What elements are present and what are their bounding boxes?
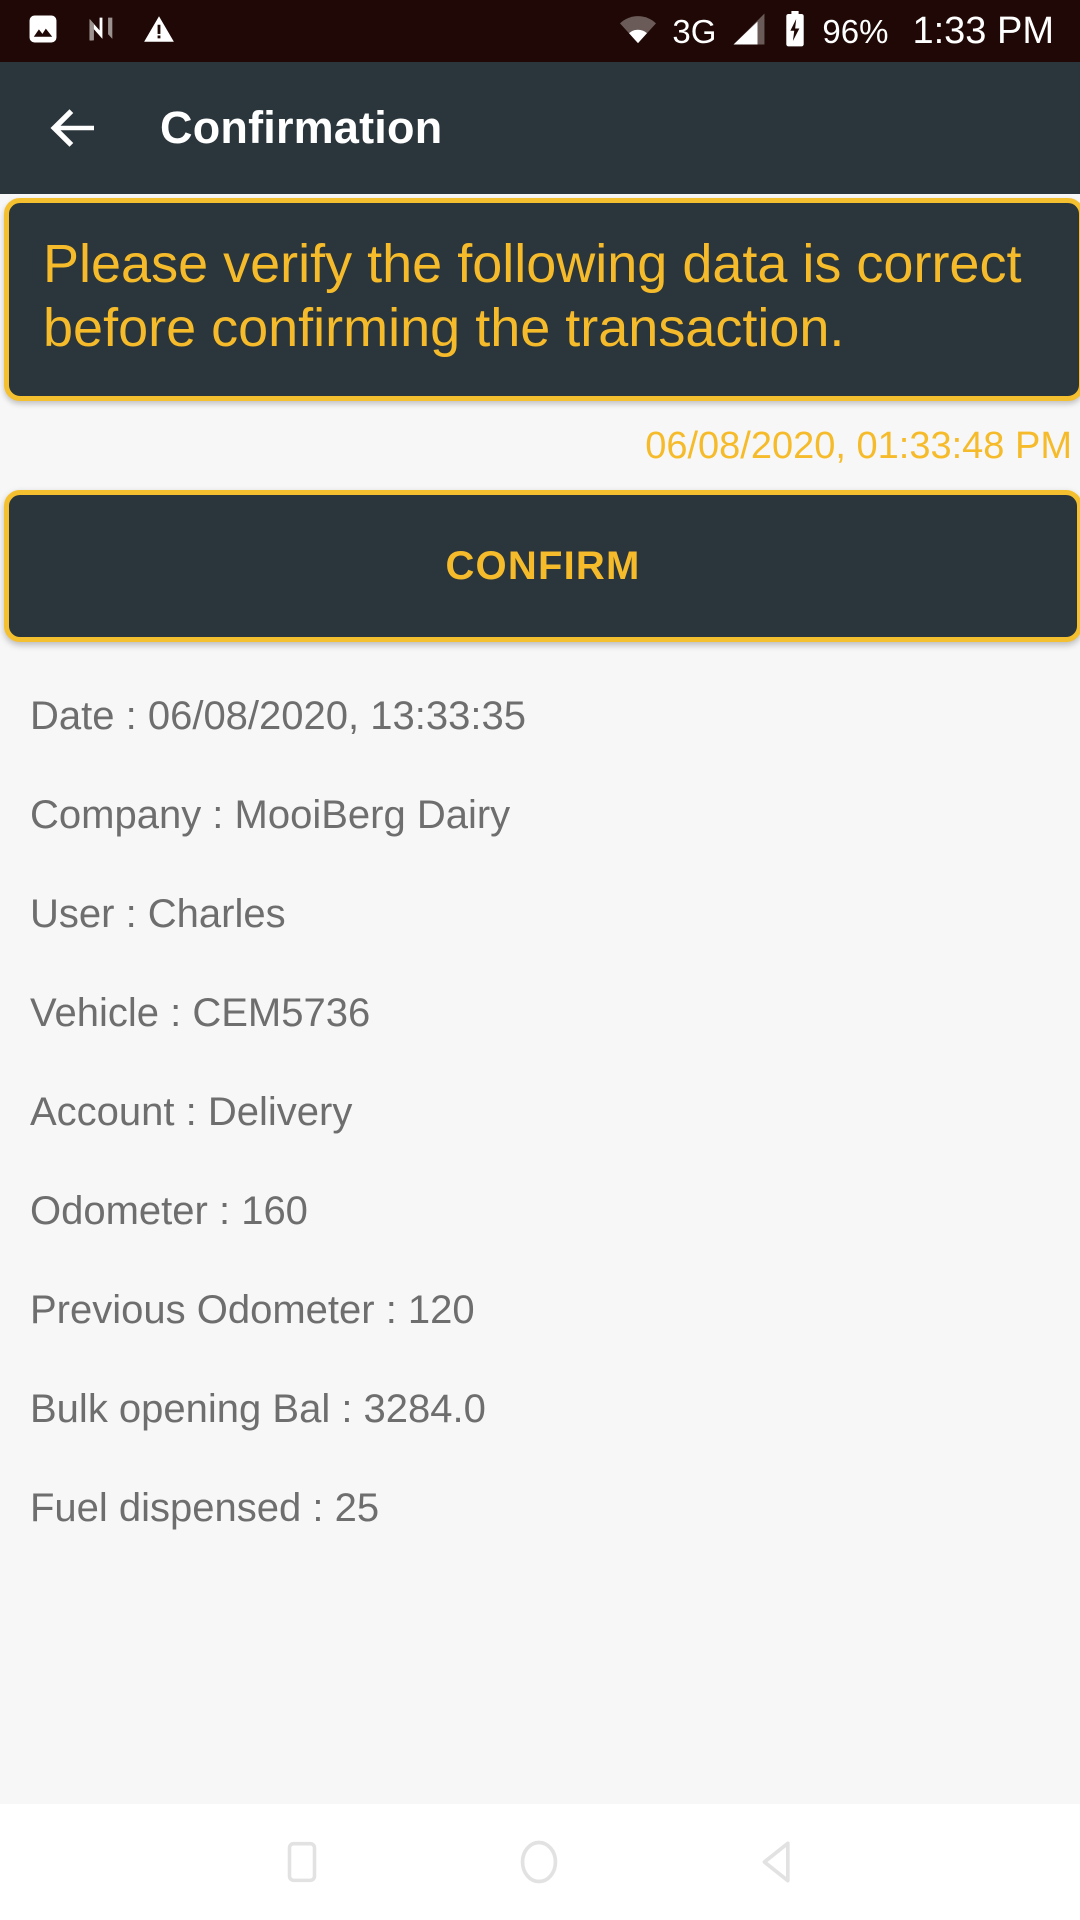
home-circle-icon[interactable] [513,1836,565,1888]
battery-percent-label: 96% [822,15,888,48]
confirm-button[interactable]: CONFIRM [4,490,1080,642]
list-item: User : Charles [30,892,1080,937]
list-item: Bulk opening Bal : 3284.0 [30,1387,1080,1432]
signal-bars-icon [730,12,768,51]
transaction-timestamp: 06/08/2020, 01:33:48 PM [0,401,1080,490]
verification-notice-text: Please verify the following data is corr… [43,233,1045,360]
transaction-details-list: Date : 06/08/2020, 13:33:35 Company : Mo… [0,642,1080,1531]
list-item: Fuel dispensed : 25 [30,1486,1080,1531]
list-item: Odometer : 160 [30,1189,1080,1234]
list-item: Previous Odometer : 120 [30,1288,1080,1333]
list-item: Vehicle : CEM5736 [30,991,1080,1036]
warning-triangle-icon [142,12,176,51]
status-bar-right-icons: 3G 96% 1:33 PM [618,11,1054,52]
list-item: Account : Delivery [30,1090,1080,1135]
page-title: Confirmation [160,102,442,154]
back-triangle-icon[interactable] [751,1836,803,1888]
system-navigation-bar [0,1804,1080,1920]
recents-square-icon[interactable] [277,1837,327,1887]
verification-notice-card: Please verify the following data is corr… [4,198,1080,401]
network-type-label: 3G [672,15,716,48]
battery-charging-icon [782,11,808,52]
image-icon [26,12,60,51]
list-item: Date : 06/08/2020, 13:33:35 [30,694,1080,739]
list-item: Company : MooiBerg Dairy [30,793,1080,838]
app-bar: Confirmation [0,62,1080,194]
android-n-icon [84,12,118,51]
status-bar-left-icons [26,12,176,51]
back-arrow-icon[interactable] [44,98,104,158]
wifi-icon [618,12,658,51]
status-bar-clock: 1:33 PM [912,12,1054,50]
main-content: Please verify the following data is corr… [0,194,1080,1920]
status-bar: 3G 96% 1:33 PM [0,0,1080,62]
